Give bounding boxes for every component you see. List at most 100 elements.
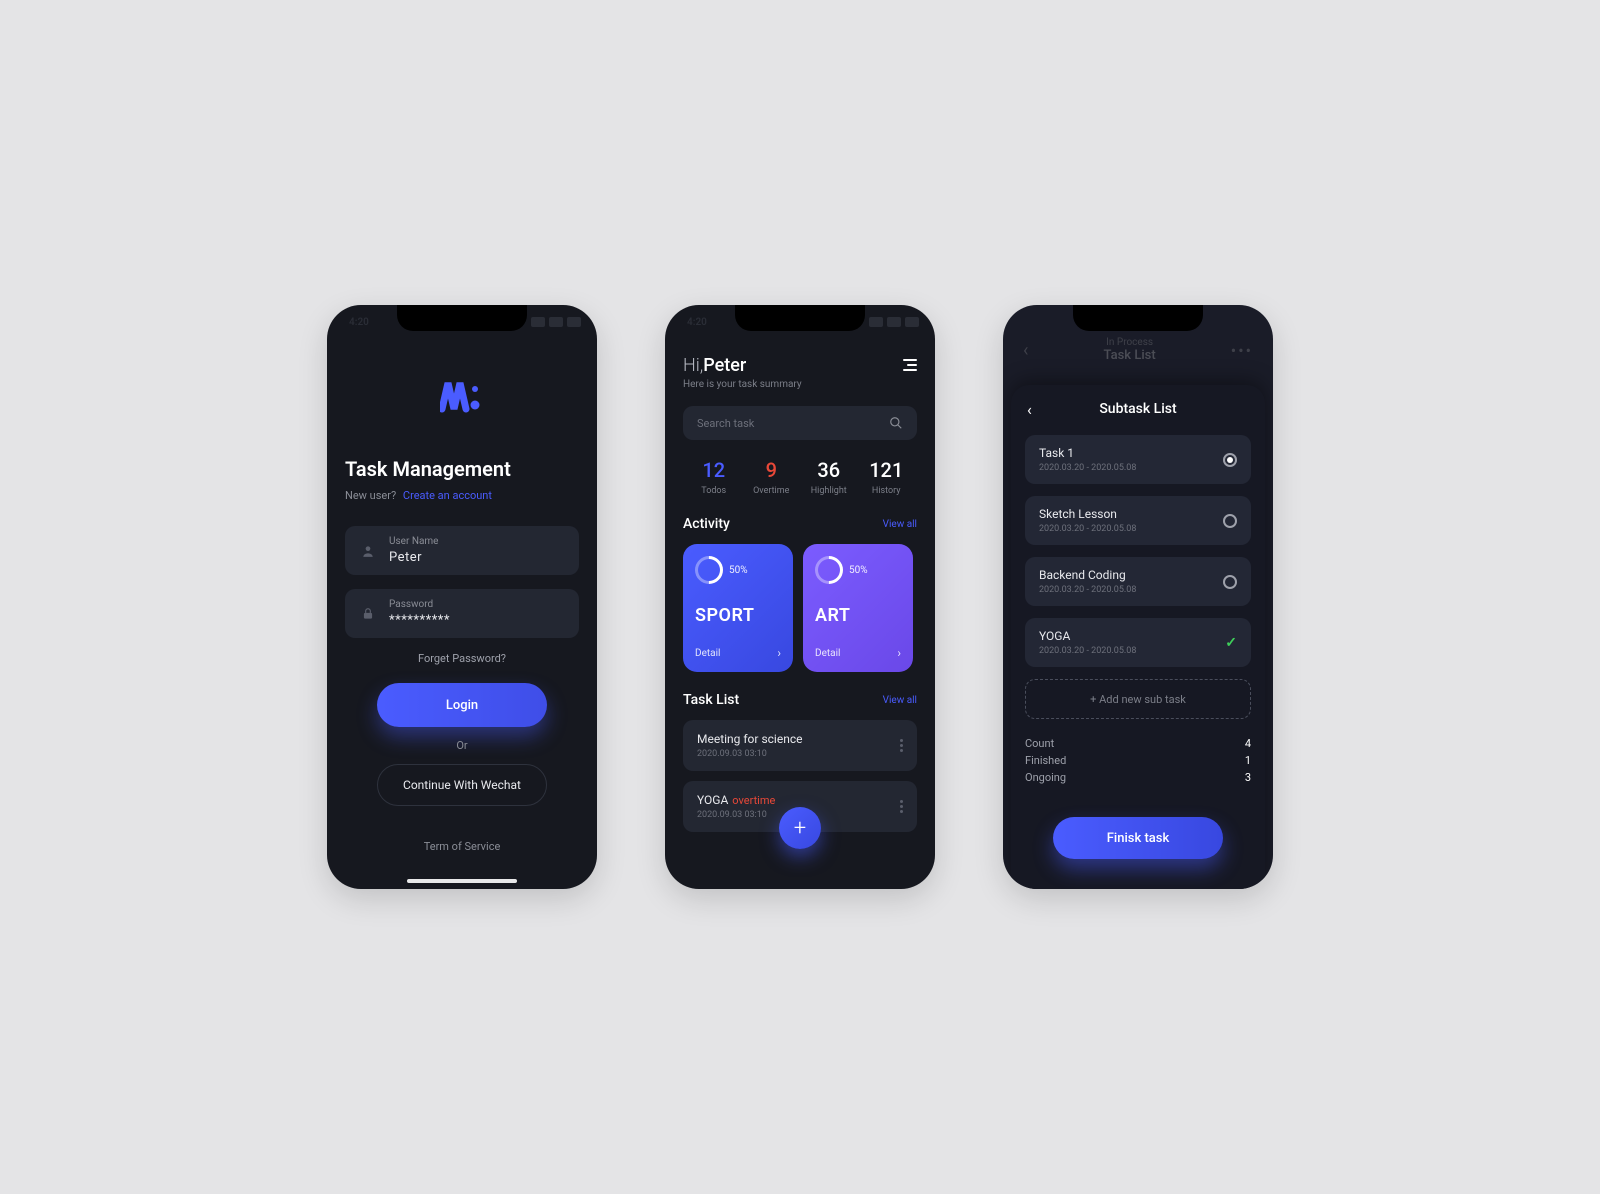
notch — [397, 305, 527, 331]
progress-ring-icon — [689, 550, 729, 590]
password-field[interactable]: Password ********** — [345, 589, 579, 638]
check-icon: ✓ — [1225, 635, 1237, 651]
stat-todos[interactable]: 12 Todos — [685, 458, 743, 496]
tasklist-viewall-link[interactable]: View all — [883, 695, 917, 706]
search-placeholder: Search task — [697, 417, 879, 430]
subtask-title: YOGA — [1039, 629, 1136, 643]
app-logo — [440, 379, 484, 413]
stat-label: Highlight — [800, 486, 858, 496]
subtask-title: Task 1 — [1039, 446, 1136, 460]
create-account-link[interactable]: Create an account — [403, 489, 492, 502]
radio-selected-icon[interactable] — [1223, 453, 1237, 467]
stats-row: 12 Todos 9 Overtime 36 Highlight 121 His… — [683, 458, 917, 496]
notch — [735, 305, 865, 331]
stat-label: Todos — [685, 486, 743, 496]
activity-card-sport[interactable]: 50% SPORT Detail› — [683, 544, 793, 672]
activity-cards: 50% SPORT Detail› 50% ART Detail› M To — [683, 544, 917, 672]
user-icon — [359, 544, 377, 558]
username-value: Peter — [389, 550, 565, 565]
sheet-title: Subtask List — [1099, 401, 1176, 417]
subtask-title: Sketch Lesson — [1039, 507, 1136, 521]
activity-detail-link[interactable]: Detail — [815, 648, 840, 659]
search-input[interactable]: Search task — [683, 406, 917, 440]
login-button[interactable]: Login — [377, 683, 547, 727]
username-field[interactable]: User Name Peter — [345, 526, 579, 575]
task-date: 2020.09.03 03:10 — [697, 810, 775, 820]
activity-name: SPORT — [695, 605, 781, 626]
bg-status-label: In Process — [1104, 337, 1156, 348]
progress-percent: 50% — [849, 565, 868, 576]
radio-empty-icon[interactable] — [1223, 514, 1237, 528]
password-value: ********** — [389, 613, 565, 628]
count-label: Finished — [1025, 754, 1066, 767]
stat-value: 121 — [858, 458, 916, 482]
subtask-date: 2020.03.20 - 2020.05.08 — [1039, 585, 1136, 595]
stat-value: 36 — [800, 458, 858, 482]
more-icon[interactable] — [900, 739, 903, 752]
stat-value: 12 — [685, 458, 743, 482]
stat-highlight[interactable]: 36 Highlight — [800, 458, 858, 496]
greeting-name: Peter — [703, 355, 746, 376]
new-user-label: New user? — [345, 489, 396, 502]
stat-label: History — [858, 486, 916, 496]
password-label: Password — [389, 599, 565, 610]
chevron-right-icon: › — [777, 646, 781, 660]
username-label: User Name — [389, 536, 565, 547]
background-header: ‹ In Process Task List ••• — [1003, 337, 1273, 363]
counts-summary: Count 4 Finished 1 Ongoing 3 — [1025, 737, 1251, 784]
subtask-item[interactable]: Backend Coding 2020.03.20 - 2020.05.08 — [1025, 557, 1251, 606]
count-label: Count — [1025, 737, 1054, 750]
count-value: 4 — [1245, 737, 1251, 750]
activity-detail-link[interactable]: Detail — [695, 648, 720, 659]
task-item[interactable]: Meeting for science 2020.09.03 03:10 — [683, 720, 917, 771]
or-divider: Or — [345, 739, 579, 752]
forgot-password-link[interactable]: Forget Password? — [345, 652, 579, 665]
tasklist-heading: Task List — [683, 692, 739, 708]
subtask-screen: ‹ In Process Task List ••• ‹ Subtask Lis… — [1003, 305, 1273, 889]
task-title: Meeting for science — [697, 732, 802, 746]
activity-viewall-link[interactable]: View all — [883, 519, 917, 530]
subtask-title: Backend Coding — [1039, 568, 1136, 582]
signup-prompt: New user? Create an account — [345, 489, 579, 502]
chevron-right-icon: › — [897, 646, 901, 660]
task-title: YOGAovertime — [697, 793, 775, 807]
bottom-sheet: ‹ Subtask List Task 1 2020.03.20 - 2020.… — [1011, 385, 1265, 889]
stat-value: 9 — [743, 458, 801, 482]
page-title: Task Management — [345, 457, 579, 481]
count-value: 1 — [1245, 754, 1251, 767]
task-date: 2020.09.03 03:10 — [697, 749, 802, 759]
stat-overtime[interactable]: 9 Overtime — [743, 458, 801, 496]
login-screen: 4:20 Task Management New user? Create an… — [327, 305, 597, 889]
sheet-back-icon[interactable]: ‹ — [1027, 400, 1032, 419]
wechat-button[interactable]: Continue With Wechat — [377, 764, 547, 806]
menu-icon[interactable] — [901, 359, 917, 371]
more-icon[interactable]: ••• — [1231, 341, 1253, 360]
activity-name: ART — [815, 605, 901, 626]
subtask-date: 2020.03.20 - 2020.05.08 — [1039, 646, 1136, 656]
radio-empty-icon[interactable] — [1223, 575, 1237, 589]
finish-task-button[interactable]: Finisk task — [1053, 817, 1223, 859]
terms-link[interactable]: Term of Service — [345, 840, 579, 853]
stat-history[interactable]: 121 History — [858, 458, 916, 496]
back-icon[interactable]: ‹ — [1023, 340, 1028, 361]
add-task-fab[interactable]: + — [779, 807, 821, 849]
subtask-item[interactable]: Sketch Lesson 2020.03.20 - 2020.05.08 — [1025, 496, 1251, 545]
stat-label: Overtime — [743, 486, 801, 496]
count-value: 3 — [1245, 771, 1251, 784]
overtime-badge: overtime — [732, 794, 775, 807]
greeting-prefix: Hi, — [683, 355, 703, 376]
greeting: Hi,Peter — [683, 355, 802, 376]
add-subtask-button[interactable]: + Add new sub task — [1025, 679, 1251, 719]
search-icon — [889, 416, 903, 430]
subtask-item[interactable]: YOGA 2020.03.20 - 2020.05.08 ✓ — [1025, 618, 1251, 667]
greeting-subtitle: Here is your task summary — [683, 379, 802, 390]
activity-card-art[interactable]: 50% ART Detail › — [803, 544, 913, 672]
more-icon[interactable] — [900, 800, 903, 813]
bg-title: Task List — [1104, 348, 1156, 363]
count-label: Ongoing — [1025, 771, 1066, 784]
activity-heading: Activity — [683, 516, 730, 532]
subtask-item[interactable]: Task 1 2020.03.20 - 2020.05.08 — [1025, 435, 1251, 484]
lock-icon — [359, 607, 377, 621]
dashboard-screen: 4:20 Hi,Peter Here is your task summary … — [665, 305, 935, 889]
notch — [1073, 305, 1203, 331]
